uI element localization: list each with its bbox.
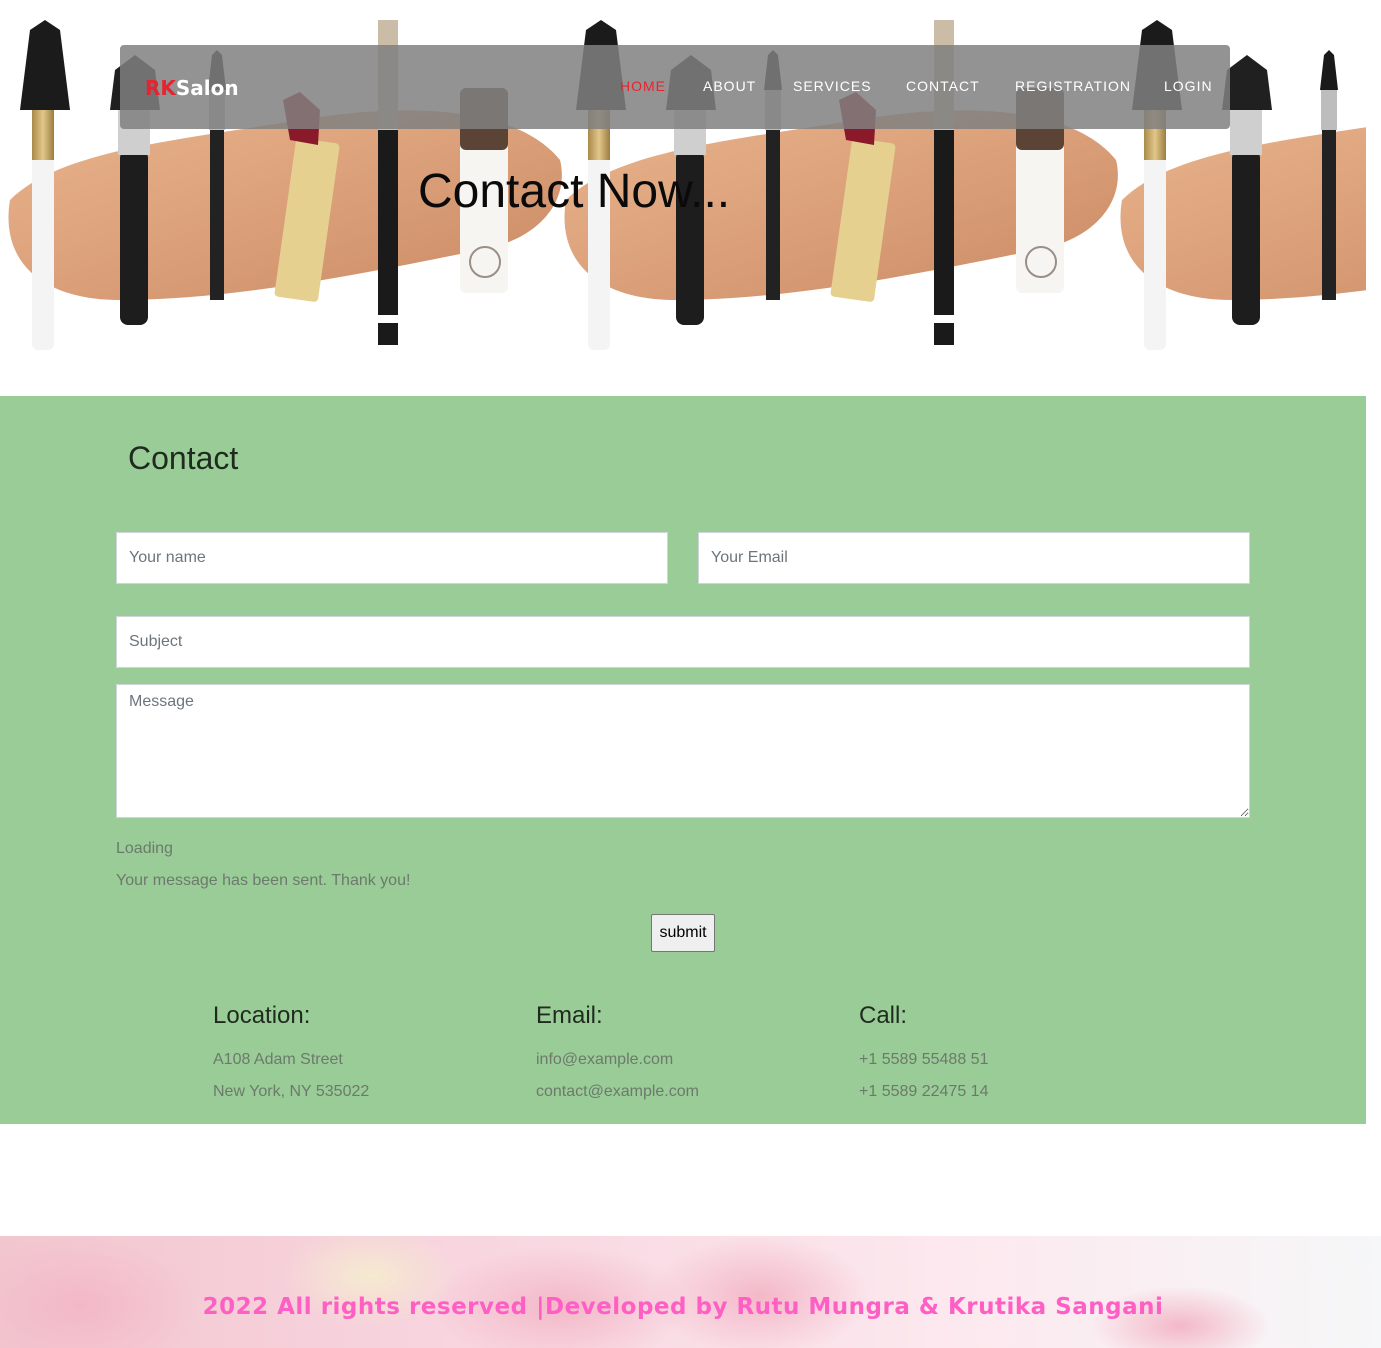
email-title: Email:: [536, 1002, 603, 1029]
submit-button[interactable]: submit: [651, 914, 715, 952]
sent-message-text: Your message has been sent. Thank you!: [116, 872, 411, 889]
flower-background-image: [0, 1236, 1381, 1348]
nav-item-home[interactable]: HOME: [620, 78, 666, 94]
location-title: Location:: [213, 1002, 311, 1029]
footer: 2022 All rights reserved |Developed by R…: [0, 1236, 1381, 1348]
message-textarea[interactable]: [116, 684, 1250, 818]
hero-title: Contact Now...: [418, 165, 731, 218]
contact-section: Contact Loading Your message has been se…: [0, 396, 1366, 1124]
phone-line[interactable]: +1 5589 22475 14: [859, 1076, 988, 1108]
email-line[interactable]: contact@example.com: [536, 1076, 699, 1108]
brand-prefix: RK: [145, 76, 176, 100]
email-info: Email: info@example.com contact@example.…: [536, 1002, 699, 1108]
email-line[interactable]: info@example.com: [536, 1044, 699, 1076]
nav-item-registration[interactable]: REGISTRATION: [1015, 78, 1131, 94]
nav-item-about[interactable]: ABOUT: [703, 78, 756, 94]
loading-text: Loading: [116, 840, 173, 857]
brand-suffix: Salon: [175, 76, 239, 100]
call-info: Call: +1 5589 55488 51 +1 5589 22475 14: [859, 1002, 988, 1108]
navbar: RKSalon HOME ABOUT SERVICES CONTACT REGI…: [120, 45, 1230, 129]
contact-heading: Contact: [128, 440, 239, 476]
nav-item-login[interactable]: LOGIN: [1164, 78, 1213, 94]
location-line: A108 Adam Street: [213, 1051, 343, 1068]
subject-input[interactable]: [116, 616, 1250, 668]
nav-item-services[interactable]: SERVICES: [793, 78, 872, 94]
call-title: Call:: [859, 1002, 908, 1029]
brand-logo[interactable]: RKSalon: [145, 76, 239, 100]
footer-copyright: 2022 All rights reserved |Developed by R…: [202, 1294, 1164, 1320]
location-line: New York, NY 535022: [213, 1083, 370, 1100]
name-input[interactable]: [116, 532, 668, 584]
nav-item-contact[interactable]: CONTACT: [906, 78, 980, 94]
location-info: Location: A108 Adam Street New York, NY …: [213, 1002, 369, 1108]
email-input[interactable]: [698, 532, 1250, 584]
phone-line[interactable]: +1 5589 55488 51: [859, 1044, 988, 1076]
hero-banner: RKSalon HOME ABOUT SERVICES CONTACT REGI…: [0, 0, 1366, 396]
